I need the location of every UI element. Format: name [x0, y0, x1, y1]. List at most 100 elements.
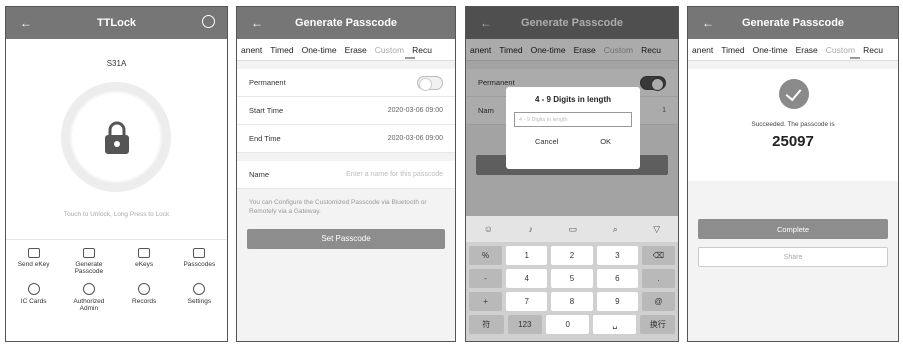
authorized-admin-icon [82, 283, 95, 296]
share-button[interactable]: Share [698, 247, 888, 267]
tab-indicator [850, 57, 860, 59]
tab-timed[interactable]: Timed [717, 45, 748, 55]
key[interactable]: 1 [506, 246, 548, 265]
lock-name: S31A [106, 59, 127, 68]
key[interactable]: 6 [596, 269, 638, 288]
tab-custom[interactable]: Custom [371, 45, 408, 55]
top-bar: ← Generate Passcode [237, 7, 455, 39]
tab-erase[interactable]: Erase [341, 45, 371, 55]
permanent-label: Permanent [249, 78, 286, 87]
check-icon [779, 79, 809, 109]
passcode-form: Permanent Start Time 2020-03-06 09:00 End… [237, 69, 455, 153]
generate-passcode-screen: ← Generate Passcode anent Timed One-time… [236, 6, 456, 342]
passcode-type-tabs: anent Timed One-time Erase Custom Recu [237, 39, 455, 61]
key[interactable]: + [469, 292, 503, 311]
dialog-title: 4 - 9 Digits in length [534, 95, 611, 104]
ekeys-button[interactable]: eKeys [119, 248, 169, 275]
start-time-value[interactable]: 2020-03-06 09:00 [388, 107, 443, 114]
enter-key[interactable]: 换行 [640, 315, 676, 334]
key[interactable]: @ [641, 292, 675, 311]
tab-permanent[interactable]: anent [237, 45, 266, 55]
send-ekey-button[interactable]: Send eKey [9, 248, 59, 275]
screen-title: Generate Passcode [741, 17, 845, 29]
unlock-hint: Touch to Unlock, Long Press to Lock [63, 211, 170, 218]
ekeys-icon [138, 248, 151, 258]
back-arrow-icon[interactable]: ← [251, 16, 263, 30]
key[interactable]: - [469, 269, 503, 288]
key[interactable]: % [469, 246, 503, 265]
space-key[interactable]: ␣ [593, 315, 637, 334]
back-arrow-icon[interactable]: ← [702, 16, 714, 30]
backspace-key[interactable]: ⌫ [641, 246, 675, 265]
keyboard-toolbar: ☺ ♪ ▭ ⌕ ▽ [466, 216, 678, 242]
key[interactable]: 符 [469, 315, 504, 334]
collapse-icon[interactable]: ▽ [653, 224, 660, 235]
authorized-admin-button[interactable]: Authorized Admin [64, 283, 114, 312]
success-message: Succeeded. The passcode is [751, 121, 835, 128]
key[interactable]: 8 [551, 292, 593, 311]
key[interactable]: 7 [506, 292, 548, 311]
tab-recurring[interactable]: Recu [859, 45, 887, 55]
key[interactable]: 2 [551, 246, 593, 265]
back-arrow-icon[interactable]: ← [20, 16, 32, 30]
tab-one-time[interactable]: One-time [749, 45, 792, 55]
name-input[interactable]: Enter a name for this passcode [346, 171, 443, 178]
passcodes-button[interactable]: Passcodes [174, 248, 224, 275]
lock-home-screen: ← TTLock S31A Touch to Unlock, Long Pres… [5, 6, 228, 342]
unlock-button[interactable] [70, 91, 162, 183]
tab-one-time[interactable]: One-time [298, 45, 341, 55]
gear-icon[interactable] [202, 15, 215, 28]
start-time-label: Start Time [249, 106, 284, 115]
key[interactable]: 5 [551, 269, 593, 288]
records-icon [138, 283, 151, 296]
permanent-toggle[interactable] [417, 75, 443, 91]
passcode-input[interactable]: 4 - 9 Digits in length [514, 112, 632, 127]
tab-timed[interactable]: Timed [266, 45, 297, 55]
generate-passcode-icon [82, 248, 95, 258]
search-icon[interactable]: ⌕ [613, 224, 618, 235]
tab-recurring[interactable]: Recu [408, 45, 436, 55]
top-bar: ← TTLock [6, 7, 227, 39]
key[interactable]: 4 [506, 269, 548, 288]
clipboard-icon[interactable]: ▭ [569, 224, 578, 235]
ok-button[interactable]: OK [600, 137, 611, 146]
complete-button[interactable]: Complete [698, 219, 888, 239]
passcode-value: 25097 [772, 133, 814, 150]
settings-icon [193, 283, 206, 296]
generate-passcode-button[interactable]: Generate Passcode [64, 248, 114, 275]
app-title: TTLock [96, 17, 137, 29]
tab-custom[interactable]: Custom [822, 45, 859, 55]
passcode-type-tabs: anent Timed One-time Erase Custom Recu [688, 39, 898, 61]
ic-cards-icon [27, 283, 40, 296]
records-button[interactable]: Records [119, 283, 169, 312]
mic-icon[interactable]: ♪ [529, 224, 534, 234]
ic-cards-button[interactable]: IC Cards [9, 283, 59, 312]
tab-erase[interactable]: Erase [792, 45, 822, 55]
set-passcode-button[interactable]: Set Passcode [247, 228, 445, 249]
end-time-label: End Time [249, 134, 281, 143]
numeric-keyboard: ☺ ♪ ▭ ⌕ ▽ % 1 2 3 ⌫ -456. +7 8 9 @ 符 123 0 ␣ 换行 [466, 216, 678, 341]
name-label: Name [249, 170, 270, 179]
settings-button[interactable]: Settings [174, 283, 224, 312]
passcodes-icon [193, 248, 206, 258]
passcode-success-screen: ← Generate Passcode anent Timed One-time… [687, 6, 899, 342]
success-panel: Succeeded. The passcode is 25097 [688, 69, 898, 181]
configure-note: You can Configure the Customized Passcod… [249, 199, 427, 215]
screen-title: Generate Passcode [294, 17, 398, 29]
end-time-value[interactable]: 2020-03-06 09:00 [388, 135, 443, 142]
passcode-dialog: 4 - 9 Digits in length 4 - 9 Digits in l… [506, 87, 640, 169]
send-ekey-icon [27, 248, 40, 258]
key[interactable]: 0 [546, 315, 590, 334]
key[interactable]: . [641, 269, 675, 288]
padlock-icon [105, 121, 129, 154]
key[interactable]: 123 [507, 315, 543, 334]
tab-indicator [405, 57, 415, 59]
function-grid: Send eKey Generate Passcode eKeys Passco… [6, 239, 227, 313]
tab-permanent[interactable]: anent [688, 45, 717, 55]
key[interactable]: 9 [596, 292, 638, 311]
emoji-icon[interactable]: ☺ [484, 224, 493, 234]
top-bar: ← Generate Passcode [688, 7, 898, 39]
key[interactable]: 3 [596, 246, 638, 265]
cancel-button[interactable]: Cancel [535, 137, 558, 146]
enter-passcode-screen: ← Generate Passcode anent Timed One-time… [465, 6, 679, 342]
